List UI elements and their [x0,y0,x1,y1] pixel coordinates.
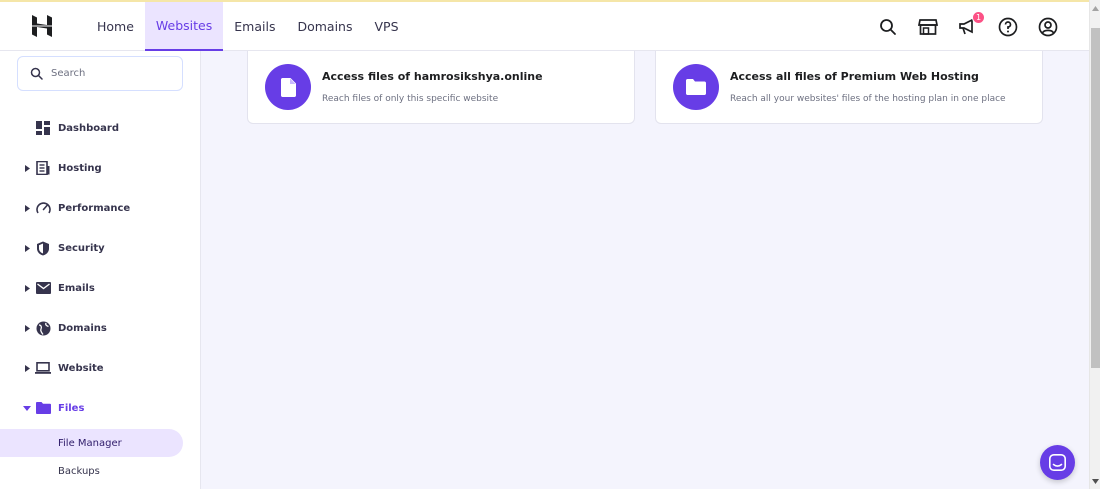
nav-vps[interactable]: VPS [364,2,410,51]
page-scrollbar[interactable] [1089,0,1100,489]
sidebar-item-emails[interactable]: Emails [0,273,201,303]
store-icon[interactable] [915,14,941,40]
search-icon[interactable] [875,14,901,40]
folder-icon [673,64,719,110]
sidebar-subitem-backups[interactable]: Backups [0,457,183,485]
account-icon[interactable] [1035,14,1061,40]
sidebar-item-label: Website [58,362,104,374]
folder-icon [35,400,51,416]
nav-home[interactable]: Home [86,2,145,51]
sidebar-item-domains[interactable]: Domains [0,313,201,343]
card-website-files[interactable]: Access files of hamrosikshya.online Reac… [247,51,635,124]
scroll-up-icon[interactable] [1090,2,1100,14]
scrollbar-thumb[interactable] [1091,28,1100,368]
card-title: Access all files of Premium Web Hosting [730,70,979,83]
sidebar-item-label: Domains [58,322,107,334]
card-all-hosting-files[interactable]: Access all files of Premium Web Hosting … [655,51,1043,124]
sidebar-item-label: Security [58,242,105,254]
sidebar: Dashboard Hosting Performance Security E… [0,51,201,489]
top-actions: 1 [875,2,1061,51]
sidebar-item-label: Files [58,402,85,414]
laptop-icon [35,360,51,376]
search-icon [30,67,43,80]
caret-down-icon [22,405,32,411]
top-navigation-bar: Home Websites Emails Domains VPS 1 [0,0,1089,51]
caret-right-icon [22,324,32,332]
envelope-icon [35,280,51,296]
nav-emails[interactable]: Emails [223,2,286,51]
sidebar-item-label: Hosting [58,162,102,174]
card-title: Access files of hamrosikshya.online [322,70,543,83]
sidebar-item-website[interactable]: Website [0,353,201,383]
file-icon [265,64,311,110]
megaphone-icon[interactable]: 1 [955,10,985,40]
scroll-down-icon[interactable] [1090,475,1100,487]
shield-icon [35,240,51,256]
notification-badge: 1 [972,10,985,24]
nav-websites[interactable]: Websites [144,1,224,51]
dashboard-icon [35,120,51,136]
sidebar-search[interactable] [17,56,183,91]
main-nav: Home Websites Emails Domains VPS [86,1,410,51]
sidebar-item-hosting[interactable]: Hosting [0,153,201,183]
chat-icon [1049,454,1066,471]
card-description: Reach all your websites' files of the ho… [730,94,1006,104]
caret-right-icon [22,204,32,212]
hosting-icon [35,160,51,176]
sidebar-item-label: Performance [58,202,131,214]
sidebar-item-dashboard[interactable]: Dashboard [0,113,201,143]
nav-domains[interactable]: Domains [286,2,363,51]
card-description: Reach files of only this specific websit… [322,94,499,104]
search-input[interactable] [51,68,161,79]
chat-button[interactable] [1040,445,1075,480]
caret-right-icon [22,364,32,372]
help-icon[interactable] [995,14,1021,40]
sidebar-item-label: Dashboard [58,122,119,134]
caret-right-icon [22,164,32,172]
logo-icon [32,15,52,37]
speedometer-icon [35,200,51,216]
sidebar-item-files[interactable]: Files [0,393,201,423]
globe-icon [35,320,51,336]
sidebar-item-performance[interactable]: Performance [0,193,201,223]
hostinger-logo[interactable] [0,2,86,51]
sidebar-item-security[interactable]: Security [0,233,201,263]
sidebar-subitem-file-manager[interactable]: File Manager [0,429,183,457]
sidebar-item-label: Emails [58,282,95,294]
caret-right-icon [22,284,32,292]
caret-right-icon [22,244,32,252]
